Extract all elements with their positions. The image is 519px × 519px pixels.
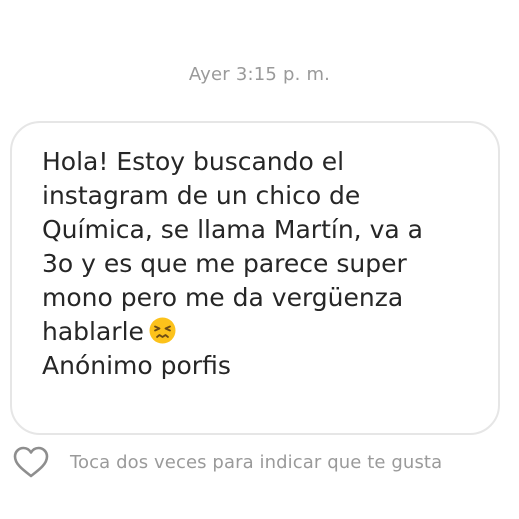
message-line-with-emoji: hablarle [42,315,492,349]
message-line: mono pero me da vergüenza [42,283,404,312]
double-tap-like-hint: Toca dos veces para indicar que te gusta [70,452,443,473]
message-line: 3o y es que me parece super [42,249,407,278]
message-text: Hola! Estoy buscando el instagram de un … [42,145,492,383]
message-line: hablarle [42,317,144,346]
dm-conversation: Ayer 3:15 p. m. Hola! Estoy buscando el … [0,0,519,519]
message-signature: Anónimo porfis [42,351,231,380]
message-line: Química, se llama Martín, va a [42,215,423,244]
message-line: instagram de un chico de [42,181,361,210]
like-row: Toca dos veces para indicar que te gusta [12,444,517,484]
heart-outline-icon[interactable] [12,444,50,480]
persevering-face-emoji-icon [149,317,176,344]
message-timestamp: Ayer 3:15 p. m. [188,64,331,85]
message-line: Hola! Estoy buscando el [42,147,345,176]
